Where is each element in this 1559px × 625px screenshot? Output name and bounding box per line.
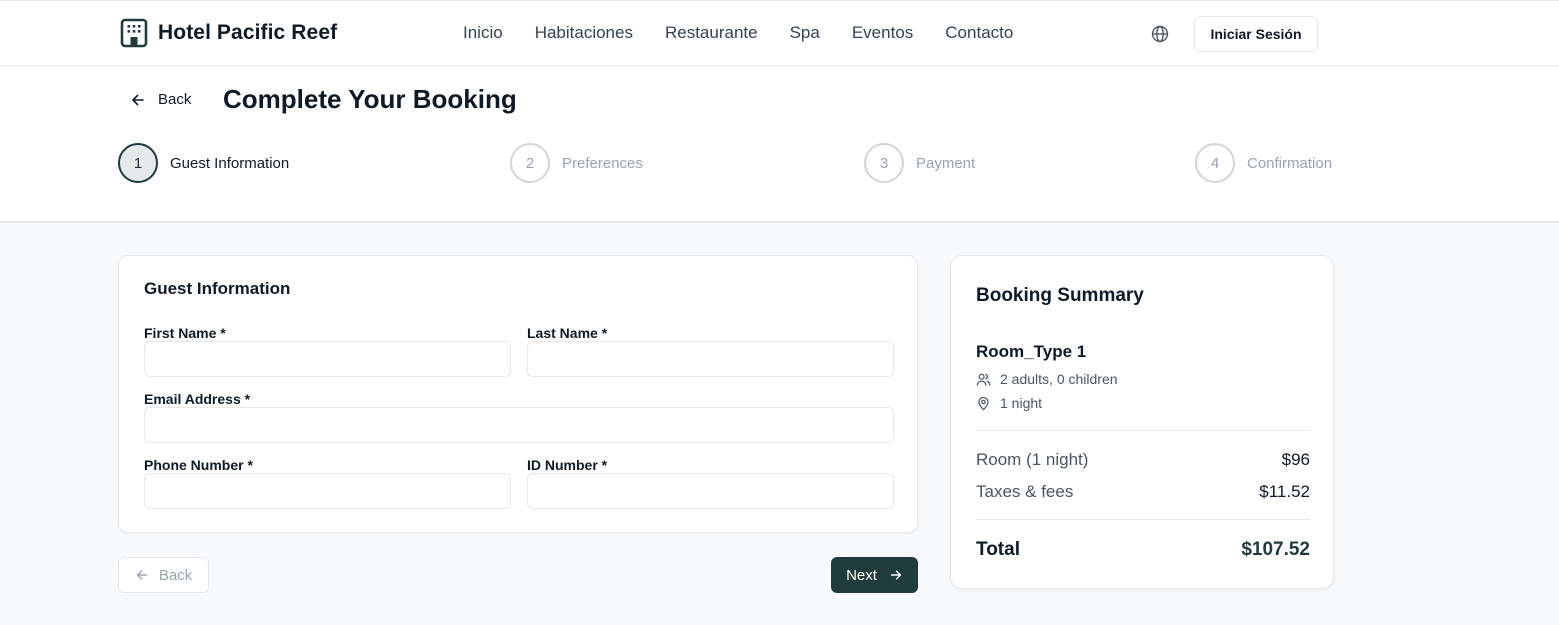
nav-item-habitaciones[interactable]: Habitaciones	[535, 23, 633, 43]
last-name-label: Last Name *	[527, 325, 608, 341]
step-guest-information[interactable]: 1 Guest Information	[118, 143, 289, 183]
total-label: Total	[976, 539, 1020, 560]
nav-item-spa[interactable]: Spa	[790, 23, 820, 43]
phone-field[interactable]	[144, 473, 511, 509]
nav-item-eventos[interactable]: Eventos	[852, 23, 913, 43]
step-label: Guest Information	[170, 154, 290, 172]
guests-text: 2 adults, 0 children	[1000, 371, 1118, 387]
taxes-label: Taxes & fees	[976, 482, 1074, 501]
card-title: Guest Information	[144, 279, 291, 298]
nights-info: 1 night	[976, 395, 1042, 411]
arrow-right-icon	[890, 570, 901, 580]
brand-name: Hotel Pacific Reef	[158, 21, 338, 44]
map-pin-icon	[978, 396, 989, 410]
summary-title: Booking Summary	[976, 285, 1144, 306]
step-payment[interactable]: 3 Payment	[864, 143, 975, 183]
taxes-line-item: Taxes & fees $11.52	[976, 482, 1310, 502]
globe-icon[interactable]	[1150, 24, 1170, 44]
arrow-left-icon	[132, 94, 144, 105]
login-button[interactable]: Iniciar Sesión	[1194, 16, 1318, 52]
arrow-left-icon	[136, 570, 147, 580]
first-name-field[interactable]	[144, 341, 511, 377]
nights-text: 1 night	[1000, 395, 1043, 411]
step-label: Confirmation	[1247, 154, 1333, 172]
taxes-amount: $11.52	[1259, 482, 1310, 501]
top-navbar: Hotel Pacific Reef Inicio Habitaciones R…	[0, 0, 1559, 66]
step-number: 1	[118, 143, 158, 183]
email-field[interactable]	[144, 407, 894, 443]
divider	[976, 519, 1310, 520]
room-line-item: Room (1 night) $96	[976, 450, 1310, 470]
id-number-field[interactable]	[527, 473, 894, 509]
divider	[976, 430, 1310, 431]
hotel-building-icon	[120, 18, 148, 48]
nav-item-inicio[interactable]: Inicio	[463, 23, 503, 43]
step-label: Preferences	[562, 154, 643, 172]
users-icon	[976, 373, 991, 386]
total-amount: $107.52	[1241, 539, 1310, 560]
email-label: Email Address *	[144, 391, 251, 407]
header-back-button[interactable]: Back	[130, 91, 191, 108]
brand[interactable]: Hotel Pacific Reef	[120, 18, 337, 48]
back-button[interactable]: Back	[118, 557, 209, 593]
booking-header: Back Complete Your Booking 1 Guest Infor…	[0, 67, 1559, 223]
back-button-label: Back	[158, 566, 193, 584]
guest-information-card: Guest Information First Name * Last Name…	[118, 255, 918, 533]
room-line-label: Room (1 night)	[976, 450, 1089, 469]
step-number: 3	[864, 143, 904, 183]
booking-summary-card: Booking Summary Room_Type 1 2 adults, 0 …	[950, 255, 1334, 589]
phone-label: Phone Number *	[144, 457, 253, 473]
step-preferences[interactable]: 2 Preferences	[510, 143, 643, 183]
first-name-label: First Name *	[144, 325, 226, 341]
main-nav: Inicio Habitaciones Restaurante Spa Even…	[463, 23, 1013, 43]
step-confirmation[interactable]: 4 Confirmation	[1195, 143, 1332, 183]
nav-item-restaurante[interactable]: Restaurante	[665, 23, 758, 43]
room-line-amount: $96	[1281, 450, 1310, 469]
step-number: 4	[1195, 143, 1235, 183]
nav-item-contacto[interactable]: Contacto	[945, 23, 1013, 43]
step-label: Payment	[916, 154, 976, 172]
next-button[interactable]: Next	[831, 557, 918, 593]
id-number-label: ID Number *	[527, 457, 608, 473]
guests-info: 2 adults, 0 children	[976, 371, 1118, 387]
next-button-label: Next	[846, 566, 877, 584]
step-number: 2	[510, 143, 550, 183]
header-back-label: Back	[158, 91, 192, 108]
page-title: Complete Your Booking	[223, 84, 517, 114]
last-name-field[interactable]	[527, 341, 894, 377]
room-type: Room_Type 1	[976, 342, 1087, 361]
total-row: Total $107.52	[976, 539, 1310, 561]
